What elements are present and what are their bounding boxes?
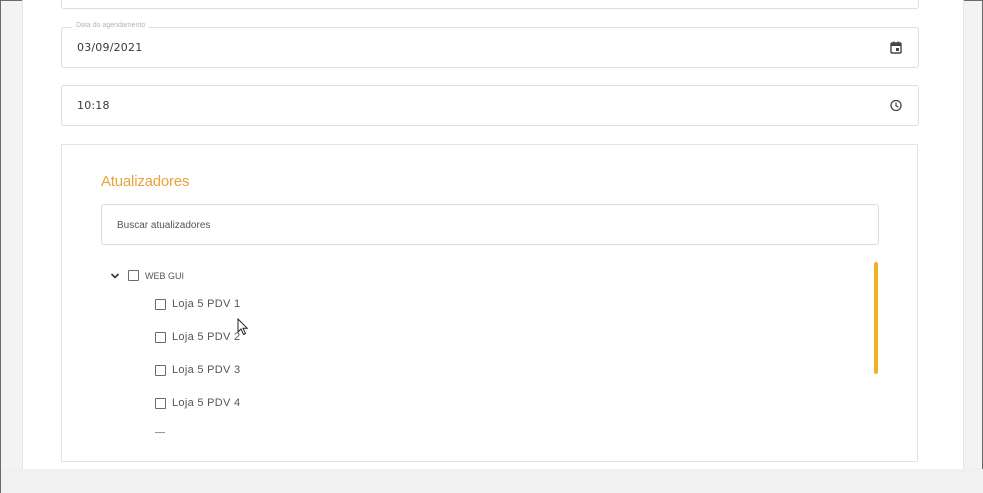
clock-icon[interactable] bbox=[890, 99, 902, 112]
updaters-panel: Atualizadores Buscar atualizadores WEB G… bbox=[61, 144, 918, 462]
calendar-icon[interactable] bbox=[890, 41, 902, 54]
updaters-title: Atualizadores bbox=[101, 173, 190, 190]
form-card: Data do agendamento 03/09/2021 10:18 Atu… bbox=[22, 0, 964, 487]
schedule-date-value[interactable]: 03/09/2021 bbox=[77, 41, 142, 54]
chevron-down-icon[interactable] bbox=[110, 272, 120, 280]
tree-item-label: Loja 5 PDV 3 bbox=[172, 364, 241, 376]
tree-scrollbar[interactable] bbox=[874, 262, 878, 374]
tree-item-checkbox[interactable] bbox=[155, 331, 166, 343]
schedule-time-value[interactable]: 10:18 bbox=[77, 99, 110, 112]
tree-item-loja5-pdv3[interactable]: Loja 5 PDV 3 bbox=[155, 364, 240, 376]
updaters-search-placeholder: Buscar atualizadores bbox=[117, 220, 211, 231]
tree-item-label: Loja 5 PDV 1 bbox=[172, 298, 241, 310]
tree-root-label: WEB GUI bbox=[145, 270, 185, 281]
tree-item-label: Loja 5 PDV 4 bbox=[172, 397, 241, 409]
tree-item-loja5-pdv1[interactable]: Loja 5 PDV 1 bbox=[155, 298, 240, 310]
tree-item-loja5-pdv4[interactable]: Loja 5 PDV 4 bbox=[155, 397, 240, 409]
schedule-date-field[interactable]: Data do agendamento 03/09/2021 bbox=[61, 22, 919, 68]
mouse-cursor-icon bbox=[237, 318, 249, 336]
schedule-time-field[interactable]: 10:18 bbox=[61, 85, 919, 126]
tree-item-checkbox[interactable] bbox=[155, 298, 166, 310]
tree-item-label: Loja 5 PDV 2 bbox=[172, 331, 241, 343]
tree-root-web-gui[interactable]: WEB GUI bbox=[110, 270, 184, 281]
tree-item-loja5-pdv2[interactable]: Loja 5 PDV 2 bbox=[155, 331, 240, 343]
bottom-strip bbox=[1, 469, 983, 493]
schedule-date-label: Data do agendamento bbox=[72, 22, 150, 29]
tree-item-checkbox[interactable] bbox=[155, 364, 166, 376]
updaters-search-input[interactable]: Buscar atualizadores bbox=[101, 204, 879, 245]
previous-field[interactable] bbox=[61, 0, 919, 9]
next-item-partial bbox=[155, 432, 165, 433]
tree-item-checkbox[interactable] bbox=[155, 397, 166, 409]
tree-root-checkbox[interactable] bbox=[128, 270, 139, 281]
